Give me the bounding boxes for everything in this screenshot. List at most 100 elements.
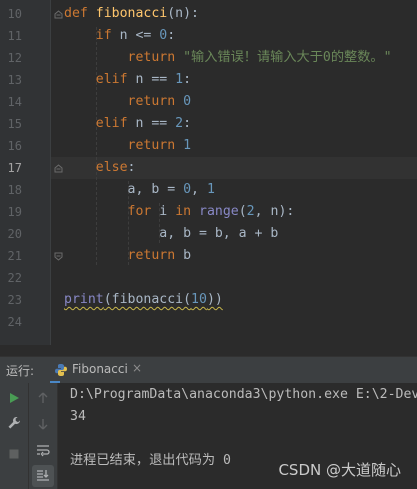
run-tab-label: Fibonacci	[72, 362, 128, 376]
code-token: 10	[191, 292, 207, 307]
code-token: a, b =	[64, 182, 184, 197]
code-token: n <=	[119, 28, 160, 43]
code-line[interactable]: elif n == 2:	[64, 113, 191, 135]
code-token: elif	[95, 72, 136, 87]
code-token: if	[95, 28, 120, 43]
line-number: 12	[7, 51, 22, 65]
line-number: 21	[7, 249, 22, 263]
python-icon	[54, 362, 68, 381]
soft-wrap-button[interactable]	[32, 440, 54, 462]
code-line[interactable]: return 1	[64, 135, 192, 157]
console-command-line: D:\ProgramData\anaconda3\python.exe E:\2…	[70, 387, 417, 402]
fold-icon[interactable]	[54, 164, 63, 173]
run-tab-fibonacci[interactable]: Fibonacci ×	[50, 357, 142, 383]
code-line[interactable]: return 0	[64, 91, 192, 113]
edit-configuration-button[interactable]	[3, 413, 25, 435]
close-icon[interactable]: ×	[132, 361, 142, 375]
run-label: 运行:	[6, 364, 35, 378]
code-line[interactable]: def fibonacci(n):	[64, 3, 199, 25]
code-token: def	[64, 6, 96, 21]
code-token: else	[95, 160, 128, 175]
line-number: 19	[7, 205, 22, 219]
code-token: 1	[206, 182, 215, 197]
code-token: (	[238, 204, 247, 219]
line-number: 24	[7, 315, 22, 329]
scroll-up-button[interactable]	[32, 387, 54, 409]
line-number: 16	[7, 139, 22, 153]
code-token: n ==	[135, 72, 176, 87]
code-token: i	[159, 204, 176, 219]
code-line[interactable]: else:	[64, 157, 136, 179]
line-number: 13	[7, 73, 22, 87]
code-token: 1	[183, 138, 192, 153]
line-number: 15	[7, 117, 22, 131]
code-token: in	[175, 204, 200, 219]
scroll-to-end-button[interactable]	[32, 465, 54, 487]
stop-button[interactable]	[3, 443, 25, 465]
code-token: 2	[175, 116, 184, 131]
wrench-icon	[7, 415, 21, 434]
code-token: 0	[183, 94, 192, 109]
scroll-down-button[interactable]	[32, 413, 54, 435]
code-token: n ==	[135, 116, 176, 131]
code-line[interactable]: a, b = b, a + b	[64, 223, 278, 245]
fold-icon[interactable]	[54, 10, 63, 19]
code-token: elif	[95, 116, 136, 131]
play-icon	[8, 389, 20, 408]
soft-wrap-icon	[36, 442, 50, 461]
code-line[interactable]: return "输入错误！请输入大于0的整数。"	[64, 47, 392, 69]
code-token: b	[183, 248, 192, 263]
code-token: return	[127, 248, 184, 263]
line-number: 20	[7, 227, 22, 241]
code-token: :	[167, 28, 176, 43]
code-line[interactable]: if n <= 0:	[64, 25, 175, 47]
code-line[interactable]: for i in range(2, n):	[64, 201, 295, 223]
code-token: :	[183, 116, 192, 131]
code-token: 0	[183, 182, 192, 197]
line-number: 18	[7, 183, 22, 197]
console-output-line: 34	[70, 409, 86, 424]
run-toolbar-secondary	[29, 383, 58, 489]
arrow-up-icon	[37, 389, 49, 408]
console-exit-message: 进程已结束，退出代码为 0	[70, 453, 231, 468]
watermark: CSDN @大道随心	[278, 461, 401, 479]
code-line[interactable]: elif n == 1:	[64, 69, 191, 91]
code-line[interactable]: a, b = 0, 1	[64, 179, 215, 201]
line-number: 22	[7, 271, 22, 285]
code-token: , n):	[254, 204, 295, 219]
code-token: "输入错误！请输入大于0的整数。"	[183, 50, 392, 65]
code-token: ,	[191, 182, 207, 197]
code-line[interactable]: print(fibonacci(10))	[64, 289, 223, 311]
code-line[interactable]: return b	[64, 245, 192, 267]
run-toolbar-primary	[0, 383, 29, 489]
code-token: :	[127, 160, 136, 175]
line-number: 14	[7, 95, 22, 109]
run-tool-window-header: 运行: Fibonacci ×	[0, 356, 417, 384]
code-token: return	[127, 138, 184, 153]
code-token: a, b = b, a + b	[64, 226, 279, 241]
rerun-button[interactable]	[3, 387, 25, 409]
code-token: print	[64, 292, 104, 307]
code-token: (fibonacci(	[103, 292, 192, 307]
scroll-to-end-icon	[36, 467, 50, 486]
line-number: 23	[7, 293, 22, 307]
code-token: fibonacci	[95, 6, 168, 21]
code-token: range	[199, 204, 239, 219]
code-token: return	[127, 94, 184, 109]
code-token: (n):	[167, 6, 199, 21]
code-token: 2	[246, 204, 255, 219]
code-token: ))	[206, 292, 223, 307]
code-editor[interactable]: 10 11 12 13 14 15 16 17 18 19 20 21 22 23 24 def fibon…	[0, 0, 417, 345]
line-number: 10	[7, 7, 22, 21]
fold-end-icon[interactable]	[54, 252, 63, 261]
line-number: 11	[7, 29, 22, 43]
